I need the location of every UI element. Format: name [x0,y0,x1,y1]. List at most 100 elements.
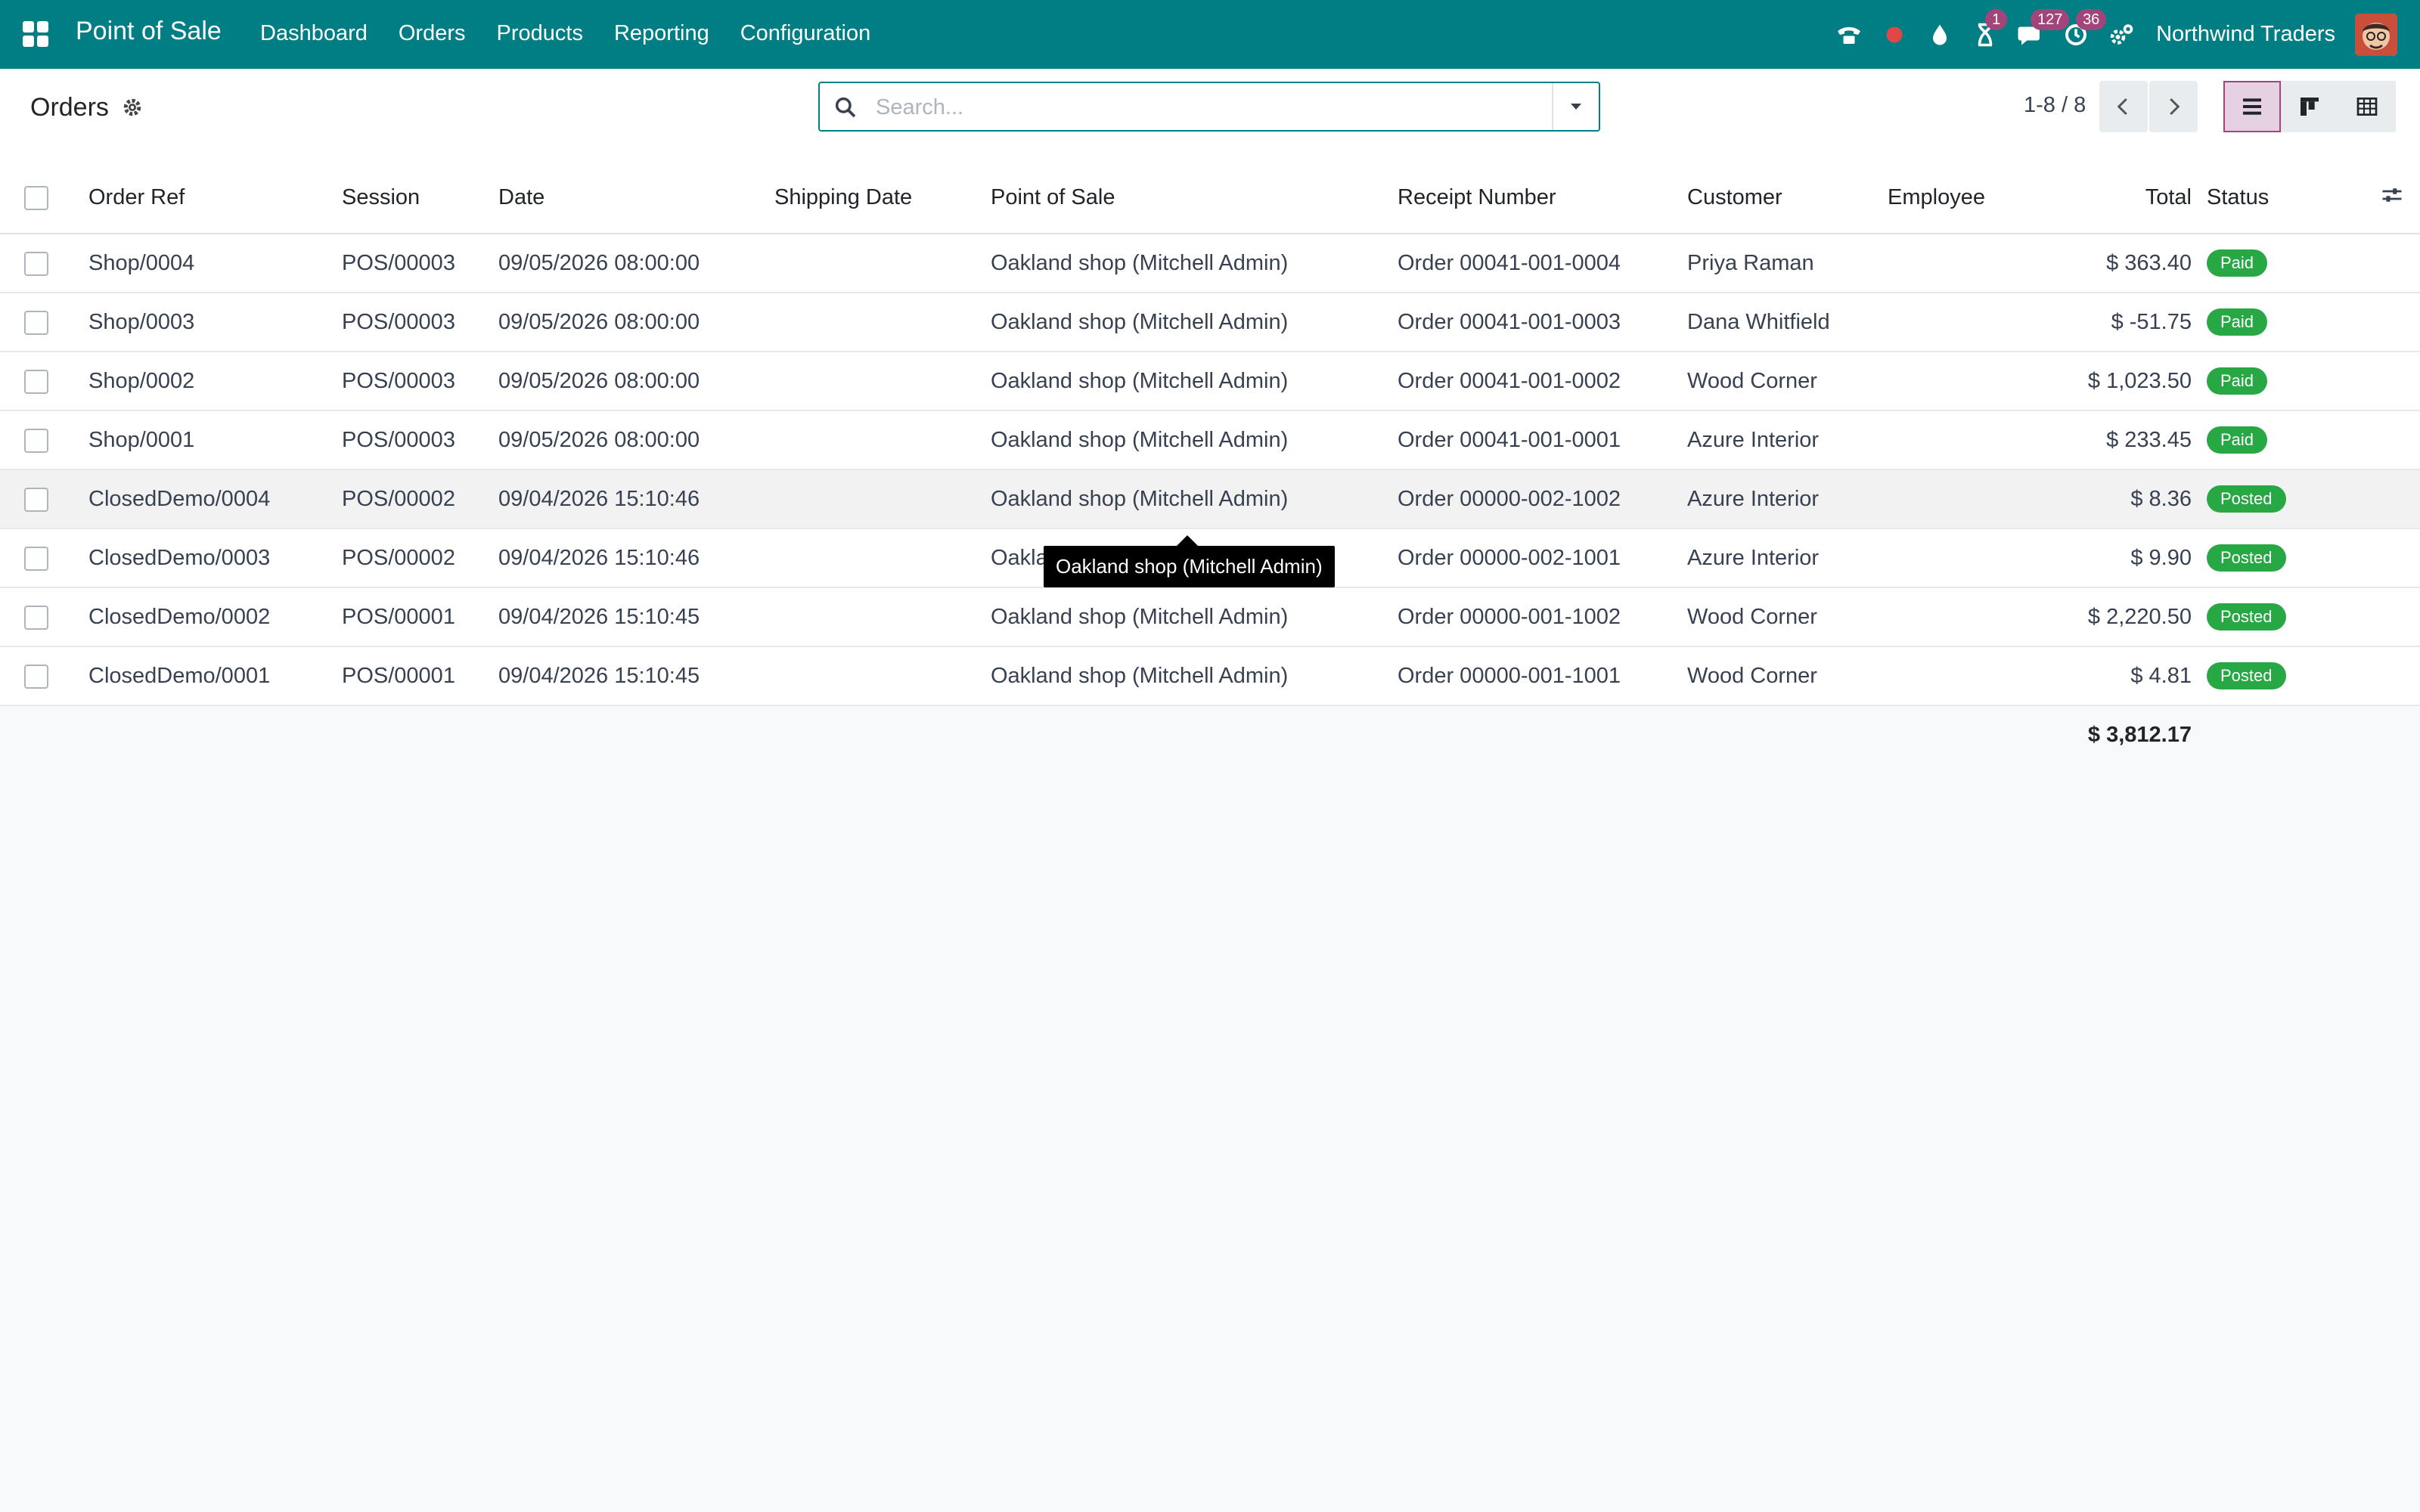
optional-columns-toggle[interactable] [2344,160,2420,234]
cell-receipt-number: Order 00000-002-1001 [1398,545,1621,570]
menu-reporting[interactable]: Reporting [614,21,709,46]
column-header-total[interactable]: Total [2054,160,2205,234]
table-row[interactable]: ClosedDemo/0001 POS/00001 09/04/2026 15:10… [0,646,2420,705]
chevron-right-icon [2170,98,2180,116]
cell-employee [1888,234,2054,293]
table-footer: $ 3,812.17 [0,705,2420,764]
pager-next-button[interactable] [2149,81,2198,132]
activities-badge: 1 [1985,8,2008,30]
tooltip: Oakland shop (Mitchell Admin) [1044,535,1335,587]
company-switcher[interactable]: Northwind Traders [2156,22,2335,47]
cell-date: 09/05/2026 08:00:00 [498,250,700,275]
status-badge: Posted [2207,603,2286,631]
pager-previous-button[interactable] [2099,81,2148,132]
column-header-point-of-sale[interactable]: Point of Sale [991,160,1398,234]
row-checkbox[interactable] [24,310,48,335]
cell-total: $ 8.36 [2130,486,2192,511]
menu-products[interactable]: Products [497,21,583,46]
row-checkbox[interactable] [24,605,48,630]
kanban-view-icon [2301,98,2319,116]
cell-shipping-date [774,352,991,411]
messages-icon[interactable]: 127 [2015,8,2070,50]
view-switcher [2223,81,2396,132]
app-brand[interactable]: Point of Sale [76,17,222,46]
table-row[interactable]: ClosedDemo/0002 POS/00001 09/04/2026 15:10… [0,587,2420,646]
timer-icon[interactable]: 36 [2061,8,2107,50]
status-badge: Posted [2207,662,2286,689]
cell-employee [1888,587,2054,646]
user-avatar[interactable] [2355,13,2397,56]
activities-icon[interactable]: 1 [1970,8,2008,50]
status-badge: Posted [2207,544,2286,572]
cell-customer: Wood Corner [1687,604,1817,629]
cell-shipping-date [774,293,991,352]
search-options-toggle[interactable] [1552,83,1599,130]
phone-icon[interactable] [1834,20,1864,50]
cell-receipt-number: Order 00041-001-0001 [1398,427,1621,452]
cell-customer: Azure Interior [1687,545,1820,570]
cell-session: POS/00002 [342,545,455,570]
cell-point-of-sale: Oakland shop (Mitchell Admin) [991,486,1289,511]
menu-dashboard[interactable]: Dashboard [260,21,368,46]
column-header-employee[interactable]: Employee [1888,160,2054,234]
cell-customer: Azure Interior [1687,486,1820,511]
column-header-customer[interactable]: Customer [1687,160,1888,234]
kanban-view-button[interactable] [2281,81,2338,132]
row-checkbox[interactable] [24,546,48,571]
row-checkbox[interactable] [24,369,48,394]
cell-order-ref: ClosedDemo/0004 [88,486,271,511]
cell-employee [1888,293,2054,352]
column-header-date[interactable]: Date [498,160,774,234]
cell-shipping-date [774,587,991,646]
row-checkbox[interactable] [24,251,48,276]
column-header-session[interactable]: Session [342,160,498,234]
cell-total: $ 4.81 [2130,663,2192,688]
cell-date: 09/04/2026 15:10:46 [498,486,700,511]
cell-order-ref: Shop/0003 [88,309,195,334]
pager-value[interactable]: 1-8 / 8 [2024,93,2086,118]
list-view-icon [2243,98,2261,115]
cell-session: POS/00003 [342,309,455,334]
row-checkbox[interactable] [24,428,48,453]
column-header-shipping-date[interactable]: Shipping Date [774,160,991,234]
settings-gears-icon[interactable] [2106,20,2136,50]
table-header: Order Ref Session Date Shipping Date Poi… [0,160,2420,234]
column-header-order-ref[interactable]: Order Ref [88,160,342,234]
column-header-status[interactable]: Status [2205,160,2344,234]
table-row[interactable]: Shop/0001 POS/00003 09/05/2026 08:00:00 Oak… [0,411,2420,469]
row-checkbox[interactable] [24,664,48,689]
cell-receipt-number: Order 00000-001-1002 [1398,604,1621,629]
status-badge: Paid [2207,249,2268,277]
cell-date: 09/05/2026 08:00:00 [498,368,700,393]
select-all-checkbox[interactable] [24,186,48,211]
main-menu: Dashboard Orders Products Reporting Conf… [260,21,901,46]
cell-receipt-number: Order 00041-001-0003 [1398,309,1621,334]
sum-total: $ 3,812.17 [2087,723,2192,747]
sliders-icon [2382,187,2402,202]
table-row[interactable]: Shop/0002 POS/00003 09/05/2026 08:00:00 Oak… [0,352,2420,411]
list-view-button[interactable] [2223,81,2281,132]
drop-icon[interactable] [1925,20,1955,50]
column-header-receipt-number[interactable]: Receipt Number [1398,160,1687,234]
app-menu-icon[interactable] [23,21,48,47]
recording-dot-icon[interactable] [1879,20,1910,50]
menu-configuration[interactable]: Configuration [740,21,871,46]
status-badge: Paid [2207,367,2268,395]
cell-point-of-sale: Oakland shop (Mitchell Admin) [991,309,1289,334]
table-row[interactable]: Shop/0003 POS/00003 09/05/2026 08:00:00 Oak… [0,293,2420,352]
row-checkbox[interactable] [24,487,48,512]
search-input[interactable] [874,89,1528,125]
page-title: Orders [30,93,109,122]
pivot-view-button[interactable] [2338,81,2396,132]
top-navbar: Point of Sale Dashboard Orders Products … [0,0,2420,69]
menu-orders[interactable]: Orders [399,21,466,46]
chevron-left-icon [2117,98,2127,116]
table-row[interactable]: ClosedDemo/0004 POS/00002 09/04/2026 15:10… [0,469,2420,528]
cell-point-of-sale: Oakland shop (Mitchell Admin) [991,427,1289,452]
action-gear-icon[interactable] [121,96,144,119]
timesheet-badge: 36 [2076,8,2107,30]
table-row[interactable]: Shop/0004 POS/00003 09/05/2026 08:00:00 Oak… [0,234,2420,293]
control-panel: Orders 1-8 / 8 [0,69,2420,161]
cell-total: $ 363.40 [2106,250,2192,275]
cell-shipping-date [774,469,991,528]
